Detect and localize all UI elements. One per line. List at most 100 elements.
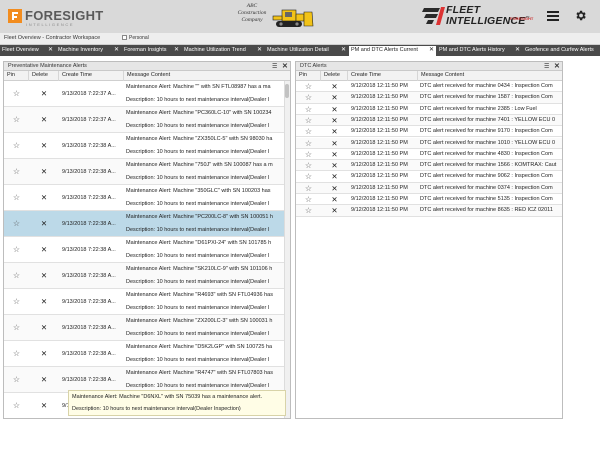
tab-foreman-insights[interactable]: Foreman Insights ✕ — [122, 46, 181, 56]
pin-cell[interactable]: ☆ — [296, 81, 321, 91]
pin-star-icon[interactable]: ☆ — [13, 167, 20, 176]
pin-star-icon[interactable]: ☆ — [13, 349, 20, 358]
pin-cell[interactable]: ☆ — [4, 315, 29, 341]
delete-cell[interactable]: ✕ — [29, 289, 59, 315]
delete-icon[interactable]: ✕ — [41, 323, 47, 332]
delete-cell[interactable]: ✕ — [321, 149, 348, 159]
pin-star-icon[interactable]: ☆ — [305, 184, 312, 193]
delete-cell[interactable]: ✕ — [321, 126, 348, 136]
delete-cell[interactable]: ✕ — [321, 183, 348, 193]
delete-cell[interactable]: ✕ — [321, 194, 348, 204]
column-header-delete[interactable]: Delete — [321, 71, 348, 81]
delete-icon[interactable]: ✕ — [331, 116, 337, 125]
pin-cell[interactable]: ☆ — [4, 393, 29, 418]
pin-star-icon[interactable]: ☆ — [305, 127, 312, 136]
pin-cell[interactable]: ☆ — [296, 171, 321, 181]
table-row[interactable]: ☆ ✕ 9/12/2018 12:11:50 PM DTC alert receive… — [296, 114, 562, 127]
delete-icon[interactable]: ✕ — [41, 219, 47, 228]
delete-cell[interactable]: ✕ — [321, 138, 348, 148]
table-row[interactable]: ☆ ✕ 9/12/2018 12:11:50 PM DTC alert receive… — [296, 92, 562, 104]
delete-cell[interactable]: ✕ — [29, 341, 59, 367]
column-header-pin[interactable]: Pin — [4, 71, 29, 81]
table-row[interactable]: ☆ ✕ 9/13/2018 7:22:38 A... Maintenance Aler… — [4, 211, 290, 237]
table-row[interactable]: ☆ ✕ 9/12/2018 12:11:50 PM DTC alert receive… — [296, 205, 562, 217]
tab-fleet-overview[interactable]: Fleet Overview ✕ — [0, 46, 55, 56]
pin-star-icon[interactable]: ☆ — [13, 115, 20, 124]
delete-cell[interactable]: ✕ — [321, 205, 348, 215]
table-row[interactable]: ☆ ✕ 9/13/2018 7:22:38 A... Maintenance Aler… — [4, 133, 290, 159]
delete-cell[interactable]: ✕ — [29, 81, 59, 107]
panel-menu-icon[interactable]: ☰ — [272, 63, 277, 70]
delete-icon[interactable]: ✕ — [331, 172, 337, 181]
pin-cell[interactable]: ☆ — [4, 289, 29, 315]
table-row[interactable]: ☆ ✕ 9/12/2018 12:11:50 PM DTC alert receive… — [296, 103, 562, 115]
pin-star-icon[interactable]: ☆ — [13, 375, 20, 384]
table-row[interactable]: ☆ ✕ 9/13/2018 7:22:38 A... Maintenance Aler… — [4, 289, 290, 315]
tab-pm-dtc-alerts-current[interactable]: PM and DTC Alerts Current ✕ — [349, 46, 436, 56]
delete-icon[interactable]: ✕ — [331, 105, 337, 114]
close-icon[interactable]: ✕ — [257, 46, 262, 55]
table-row[interactable]: ☆ ✕ 9/12/2018 12:11:50 PM DTC alert receive… — [296, 126, 562, 138]
delete-icon[interactable]: ✕ — [331, 139, 337, 148]
pin-cell[interactable]: ☆ — [296, 183, 321, 193]
delete-cell[interactable]: ✕ — [29, 133, 59, 159]
delete-icon[interactable]: ✕ — [41, 375, 47, 384]
pin-cell[interactable]: ☆ — [4, 237, 29, 263]
delete-cell[interactable]: ✕ — [29, 263, 59, 289]
table-row[interactable]: ☆ ✕ 9/12/2018 12:11:50 PM DTC alert receive… — [296, 171, 562, 183]
table-row[interactable]: ☆ ✕ 9/13/2018 7:22:38 A... Maintenance Aler… — [4, 341, 290, 367]
pin-star-icon[interactable]: ☆ — [13, 219, 20, 228]
pin-star-icon[interactable]: ☆ — [13, 323, 20, 332]
pin-star-icon[interactable]: ☆ — [13, 141, 20, 150]
table-row[interactable]: ☆ ✕ 9/13/2018 7:22:37 A... Maintenance Aler… — [4, 81, 290, 107]
pin-star-icon[interactable]: ☆ — [305, 150, 312, 159]
column-header-create-time[interactable]: Create Time — [59, 71, 124, 81]
tab-geofence-curfew-alerts[interactable]: Geofence and Curfew Alerts — [523, 46, 600, 56]
pin-star-icon[interactable]: ☆ — [13, 401, 20, 410]
table-row[interactable]: ☆ ✕ 9/13/2018 7:22:38 A... Maintenance Aler… — [4, 315, 290, 341]
delete-icon[interactable]: ✕ — [331, 195, 337, 204]
delete-icon[interactable]: ✕ — [331, 150, 337, 159]
pin-cell[interactable]: ☆ — [4, 81, 29, 107]
delete-icon[interactable]: ✕ — [331, 206, 337, 215]
delete-cell[interactable]: ✕ — [321, 115, 348, 125]
table-row[interactable]: ☆ ✕ 9/13/2018 7:22:38 A... Maintenance Aler… — [4, 185, 290, 211]
delete-icon[interactable]: ✕ — [41, 89, 47, 98]
pin-cell[interactable]: ☆ — [296, 205, 321, 215]
delete-cell[interactable]: ✕ — [29, 211, 59, 237]
personal-toggle[interactable]: Personal — [122, 35, 149, 43]
pin-cell[interactable]: ☆ — [4, 263, 29, 289]
delete-icon[interactable]: ✕ — [41, 297, 47, 306]
gear-icon[interactable] — [574, 9, 587, 22]
pin-cell[interactable]: ☆ — [296, 160, 321, 170]
pin-star-icon[interactable]: ☆ — [13, 271, 20, 280]
delete-cell[interactable]: ✕ — [29, 367, 59, 393]
delete-cell[interactable]: ✕ — [29, 185, 59, 211]
delete-icon[interactable]: ✕ — [41, 401, 47, 410]
delete-cell[interactable]: ✕ — [321, 81, 348, 91]
table-row[interactable]: ☆ ✕ 9/13/2018 7:22:38 A... Maintenance Aler… — [4, 159, 290, 185]
pin-cell[interactable]: ☆ — [296, 115, 321, 125]
delete-cell[interactable]: ✕ — [29, 237, 59, 263]
delete-icon[interactable]: ✕ — [41, 167, 47, 176]
scrollbar[interactable] — [284, 81, 290, 418]
delete-icon[interactable]: ✕ — [41, 141, 47, 150]
delete-cell[interactable]: ✕ — [29, 393, 59, 418]
hamburger-icon[interactable] — [547, 10, 559, 22]
tab-machine-inventory[interactable]: Machine Inventory ✕ — [56, 46, 121, 56]
column-header-message[interactable]: Message Content — [418, 71, 562, 81]
table-row[interactable]: ☆ ✕ 9/12/2018 12:11:50 PM DTC alert receive… — [296, 81, 562, 93]
pin-star-icon[interactable]: ☆ — [305, 82, 312, 91]
table-row[interactable]: ☆ ✕ 9/12/2018 12:11:50 PM DTC alert receive… — [296, 182, 562, 194]
table-row[interactable]: ☆ ✕ 9/13/2018 7:22:38 A... Maintenance Aler… — [4, 237, 290, 263]
delete-icon[interactable]: ✕ — [331, 161, 337, 170]
delete-cell[interactable]: ✕ — [321, 92, 348, 102]
pin-cell[interactable]: ☆ — [296, 92, 321, 102]
close-icon[interactable]: ✕ — [341, 46, 346, 55]
close-icon[interactable]: ✕ — [429, 46, 434, 55]
pin-star-icon[interactable]: ☆ — [305, 195, 312, 204]
pin-cell[interactable]: ☆ — [4, 211, 29, 237]
pin-star-icon[interactable]: ☆ — [13, 193, 20, 202]
pin-cell[interactable]: ☆ — [296, 194, 321, 204]
pin-cell[interactable]: ☆ — [4, 341, 29, 367]
